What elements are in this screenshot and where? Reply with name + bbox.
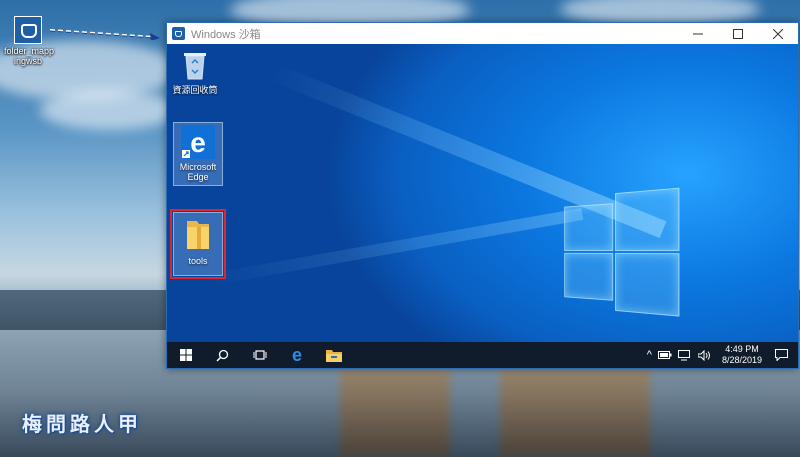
search-button[interactable] [204, 342, 241, 368]
window-titlebar[interactable]: Windows 沙箱 [167, 23, 798, 44]
svg-text:e: e [190, 127, 206, 158]
window-controls [678, 23, 798, 44]
taskbar: e ^ 4:49 PM 8/28/2019 [167, 342, 798, 368]
task-view-icon [253, 350, 266, 360]
close-button[interactable] [758, 23, 798, 44]
dashed-arrow-annotation [50, 29, 160, 40]
sandbox-window[interactable]: Windows 沙箱 資源回收筒 e Microsoft Edge tools … [166, 22, 799, 369]
battery-icon[interactable] [657, 351, 672, 359]
edge-icon: e [181, 125, 215, 159]
file-explorer-icon [325, 349, 342, 362]
start-button[interactable] [167, 342, 204, 368]
taskbar-edge-button[interactable]: e [278, 342, 315, 368]
windows-logo-graphic [564, 187, 680, 317]
desktop-icon-folder-mapping-wsb[interactable]: folder_mapp ingwsb [4, 16, 55, 66]
action-center-icon[interactable] [775, 349, 788, 361]
network-icon[interactable] [677, 349, 692, 361]
minimize-button[interactable] [678, 23, 718, 44]
watermark-text: 梅問路人甲 [22, 414, 142, 436]
taskbar-clock[interactable]: 4:49 PM 8/28/2019 [722, 344, 762, 366]
taskbar-file-explorer-button[interactable] [315, 342, 352, 368]
edge-icon: e [291, 347, 301, 363]
svg-text:e: e [291, 347, 301, 363]
light-beam [207, 208, 584, 286]
sandbox-config-icon [14, 16, 42, 44]
desktop-icon-tools-folder[interactable]: tools [170, 209, 226, 279]
folder-icon [187, 221, 209, 249]
rock-reflection [340, 370, 450, 457]
logo-pane [564, 252, 614, 301]
edge-label: Microsoft Edge [179, 162, 217, 182]
tray-overflow-caret[interactable]: ^ [647, 349, 652, 361]
recycle-bin-label: 資源回收筒 [172, 85, 218, 95]
task-view-button[interactable] [241, 342, 278, 368]
rock-reflection [500, 370, 650, 457]
search-icon [216, 349, 229, 362]
maximize-button[interactable] [718, 23, 758, 44]
tools-label: tools [188, 256, 208, 266]
logo-pane [564, 203, 614, 251]
close-icon [773, 28, 783, 39]
minimize-icon [693, 33, 703, 34]
logo-pane [615, 252, 680, 317]
clock-time: 4:49 PM [725, 344, 759, 354]
system-tray: ^ 4:49 PM 8/28/2019 [644, 342, 798, 368]
sandbox-desktop[interactable]: 資源回收筒 e Microsoft Edge tools [167, 44, 798, 342]
volume-icon[interactable] [697, 349, 711, 361]
window-title: Windows 沙箱 [191, 28, 261, 41]
desktop-icon-label: folder_mapp ingwsb [4, 46, 55, 66]
windows-start-icon [179, 349, 192, 361]
desktop-icon-recycle-bin[interactable]: 資源回收筒 [171, 50, 219, 95]
recycle-bin-icon [184, 53, 206, 80]
logo-pane [615, 187, 680, 251]
maximize-icon [733, 28, 743, 39]
sky-cloud [40, 90, 180, 130]
clock-date: 8/28/2019 [721, 355, 762, 365]
desktop-icon-microsoft-edge[interactable]: e Microsoft Edge [173, 122, 223, 186]
sandbox-app-icon [172, 27, 185, 40]
